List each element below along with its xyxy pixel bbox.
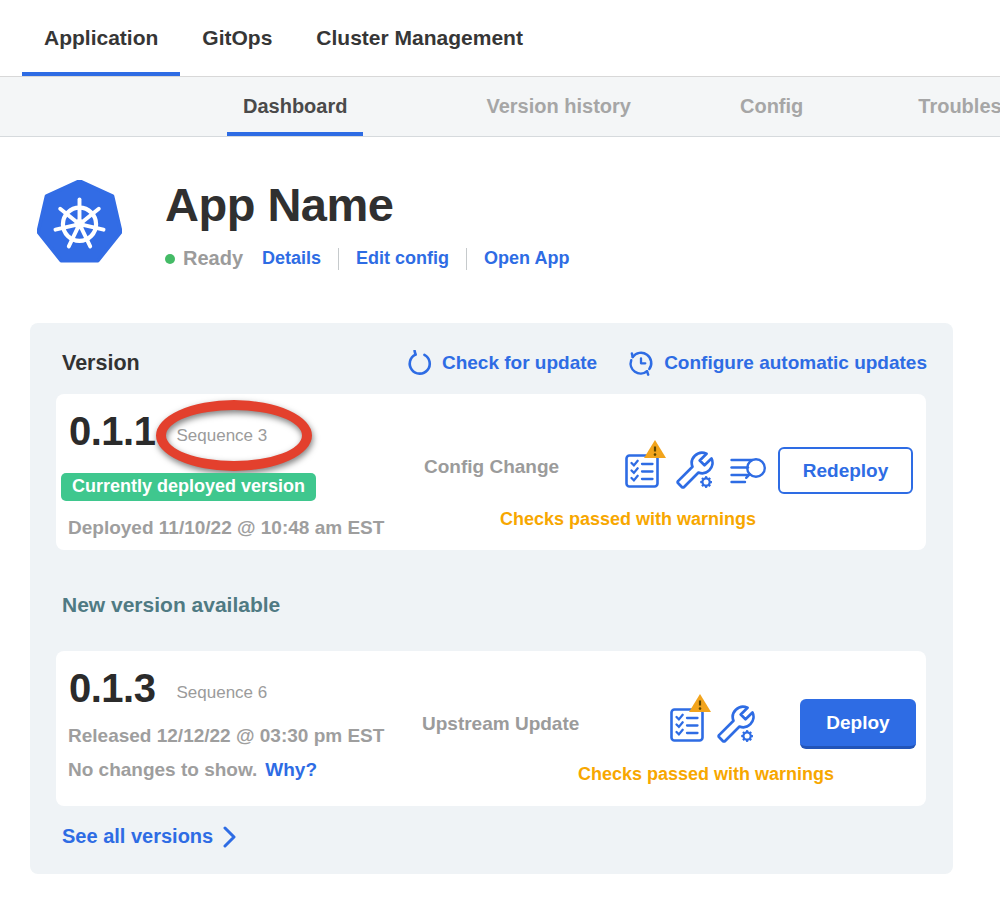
divider [466, 248, 467, 270]
configure-automatic-updates-button[interactable]: Configure automatic updates [627, 349, 927, 377]
view-files-icon[interactable] [730, 456, 768, 488]
tab-gitops[interactable]: GitOps [180, 0, 294, 76]
version-panel-title: Version [62, 351, 376, 376]
current-version-number: 0.1.1 [69, 410, 155, 452]
sub-nav: Dashboard Version history Config Trouble… [0, 77, 1000, 137]
open-app-link[interactable]: Open App [484, 248, 569, 269]
current-version-card: 0.1.1 Sequence 3 Currently deployed vers… [56, 394, 926, 550]
checks-status: Checks passed with warnings [500, 509, 756, 530]
tab-application[interactable]: Application [22, 0, 180, 76]
tab-gitops-label: GitOps [202, 26, 272, 50]
details-link[interactable]: Details [262, 248, 321, 269]
current-version-sequence: Sequence 3 [176, 426, 267, 446]
page-title: App Name [165, 180, 569, 230]
deploy-button[interactable]: Deploy [800, 699, 916, 749]
redeploy-button[interactable]: Redeploy [778, 447, 913, 494]
configure-automatic-updates-label: Configure automatic updates [664, 352, 927, 374]
schedule-update-icon [627, 349, 655, 377]
edit-config-link[interactable]: Edit config [356, 248, 449, 269]
released-timestamp: Released 12/12/22 @ 03:30 pm EST [68, 725, 384, 747]
no-changes-label: No changes to show. [68, 759, 257, 781]
tab-version-history[interactable]: Version history [486, 77, 631, 136]
warning-triangle-icon [688, 693, 712, 713]
divider [338, 248, 339, 270]
tab-cluster-management[interactable]: Cluster Management [294, 0, 545, 76]
check-for-update-label: Check for update [442, 352, 597, 374]
tab-troubleshoot[interactable]: Troubleshoot [918, 77, 1000, 136]
why-link[interactable]: Why? [265, 759, 317, 781]
version-panel: Version Check for update Configure autom… [30, 323, 953, 874]
tab-config-label: Config [740, 95, 803, 118]
tab-cluster-management-label: Cluster Management [316, 26, 523, 50]
tab-troubleshoot-label: Troubleshoot [918, 95, 1000, 118]
check-for-update-button[interactable]: Check for update [406, 350, 597, 377]
chevron-right-icon [223, 826, 237, 848]
available-version-card: 0.1.3 Sequence 6 Released 12/12/22 @ 03:… [56, 651, 926, 806]
deployed-timestamp: Deployed 11/10/22 @ 10:48 am EST [68, 517, 384, 539]
preflight-checks-icon[interactable] [669, 704, 705, 748]
warning-triangle-icon [643, 439, 667, 459]
top-nav: Application GitOps Cluster Management [0, 0, 1000, 77]
refresh-icon [406, 350, 433, 377]
current-version-source: Config Change [424, 456, 559, 478]
tab-dashboard[interactable]: Dashboard [243, 77, 347, 136]
tab-dashboard-label: Dashboard [243, 95, 347, 118]
preflight-checks-icon[interactable] [624, 450, 660, 494]
see-all-versions-link[interactable]: See all versions [62, 825, 953, 848]
config-wrench-icon[interactable] [717, 705, 755, 747]
tab-version-history-label: Version history [486, 95, 631, 118]
checks-status: Checks passed with warnings [578, 764, 834, 785]
tab-application-label: Application [44, 26, 158, 50]
see-all-versions-label: See all versions [62, 825, 213, 848]
kubernetes-logo-icon [37, 180, 122, 265]
available-version-source: Upstream Update [422, 713, 579, 735]
config-wrench-icon[interactable] [676, 451, 714, 493]
new-version-heading: New version available [62, 593, 953, 617]
tab-config[interactable]: Config [740, 77, 803, 136]
available-version-number: 0.1.3 [69, 667, 155, 709]
status-label: Ready [183, 247, 243, 270]
status-dot-icon [165, 254, 175, 264]
app-header: App Name Ready Details Edit config Open … [37, 180, 1000, 270]
currently-deployed-badge: Currently deployed version [61, 473, 316, 501]
available-version-sequence: Sequence 6 [176, 683, 267, 703]
